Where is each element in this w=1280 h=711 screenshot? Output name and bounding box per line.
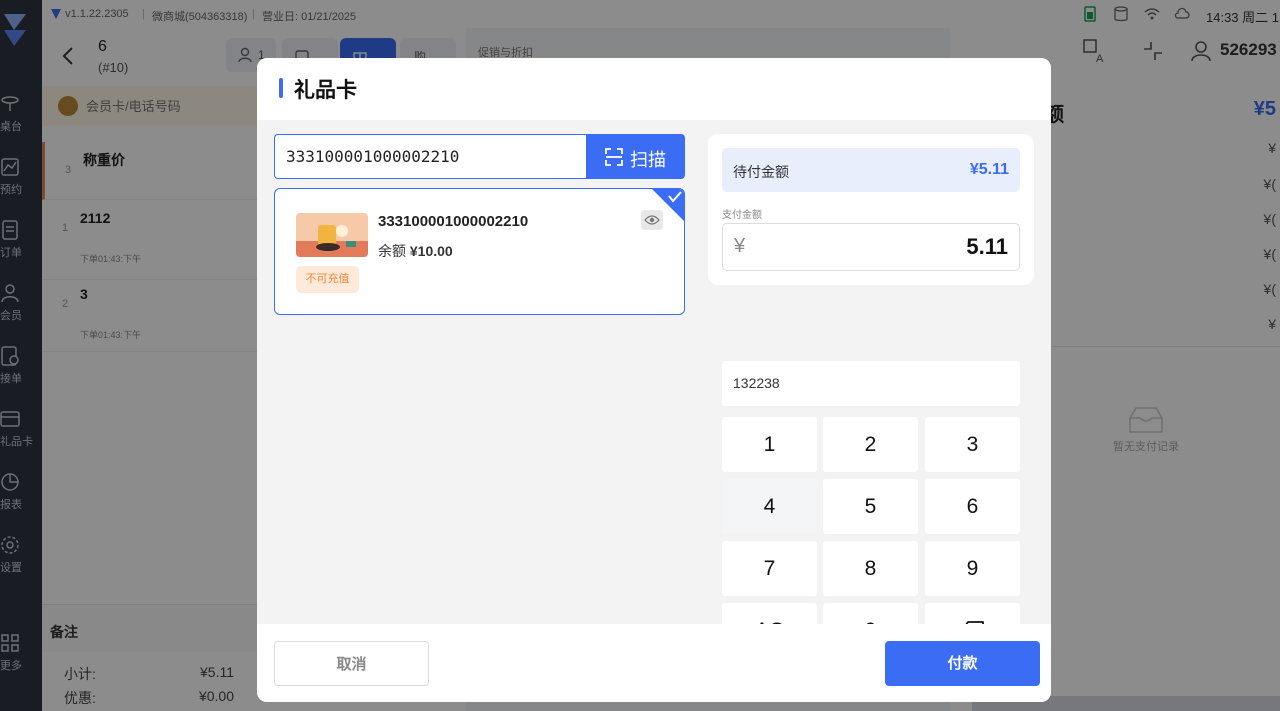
dialog-header: 礼品卡 <box>257 58 1051 120</box>
key-8[interactable]: 8 <box>823 541 918 596</box>
key-6[interactable]: 6 <box>925 479 1020 534</box>
title-accent-bar <box>279 78 283 98</box>
key-5[interactable]: 5 <box>823 479 918 534</box>
key-1[interactable]: 1 <box>722 417 817 472</box>
eye-icon <box>644 215 660 225</box>
gift-card-item[interactable]: 333100001000002210 余额 ¥10.00 不可充值 <box>274 188 685 315</box>
pay-amount-label: 支付金额 <box>722 210 762 221</box>
show-balance-button[interactable] <box>641 210 663 230</box>
pay-amount-input[interactable]: ¥ 5.11 <box>722 223 1020 271</box>
pay-button[interactable]: 付款 <box>885 641 1040 686</box>
card-number-input[interactable] <box>274 134 586 179</box>
key-9[interactable]: 9 <box>925 541 1020 596</box>
dialog-title: 礼品卡 <box>294 79 357 102</box>
gift-card-thumbnail <box>296 213 368 257</box>
dialog-footer: 取消 付款 <box>257 624 1051 702</box>
gift-card-dialog: 礼品卡 扫描 333100001000002210 余额 ¥10.00 <box>257 58 1051 702</box>
key-3[interactable]: 3 <box>925 417 1020 472</box>
scan-icon <box>605 148 623 166</box>
non-rechargeable-badge: 不可充值 <box>296 266 359 293</box>
verification-code-field[interactable]: 132238 <box>722 361 1020 406</box>
key-7[interactable]: 7 <box>722 541 817 596</box>
amount-due-row: 待付金额 ¥5.11 <box>722 148 1020 192</box>
gift-card-number: 333100001000002210 <box>378 213 529 230</box>
dialog-body: 扫描 333100001000002210 余额 ¥10.00 不可充值 <box>257 120 1051 658</box>
cancel-button[interactable]: 取消 <box>274 641 429 686</box>
gift-card-balance: 余额 ¥10.00 <box>378 243 453 259</box>
payment-box: 待付金额 ¥5.11 支付金额 ¥ 5.11 <box>708 134 1034 285</box>
key-4[interactable]: 4 <box>722 479 817 534</box>
scan-button[interactable]: 扫描 <box>586 134 685 179</box>
key-2[interactable]: 2 <box>823 417 918 472</box>
